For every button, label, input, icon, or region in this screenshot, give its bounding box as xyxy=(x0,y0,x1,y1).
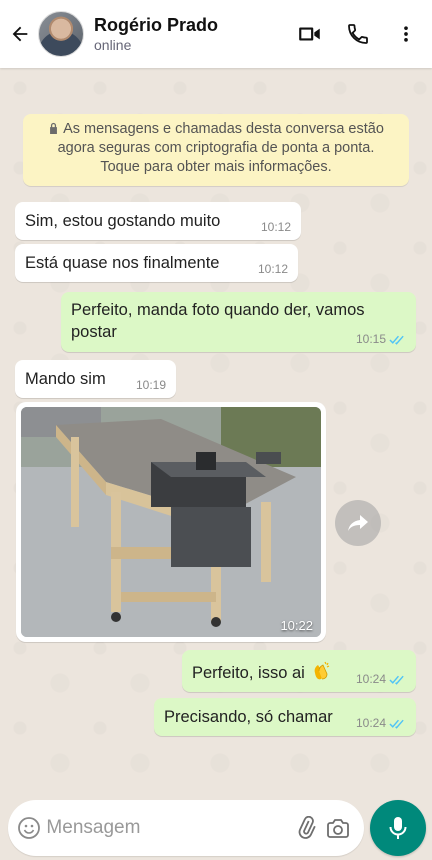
message-time: 10:12 xyxy=(260,220,291,234)
arrow-back-icon xyxy=(12,26,28,42)
double-check-icon xyxy=(389,719,404,729)
message-time: 10:22 xyxy=(280,618,313,633)
more-options-button[interactable] xyxy=(382,10,430,58)
video-call-button[interactable] xyxy=(286,10,334,58)
message-text: Perfeito, manda foto quando der, vamos po… xyxy=(71,301,365,341)
message-bubble[interactable]: Está quase nos finalmente 10:12 xyxy=(15,244,298,282)
contact-info[interactable]: Rogério Prado online xyxy=(94,14,286,54)
photo-thumbnail[interactable]: 10:22 xyxy=(21,407,321,637)
voice-call-button[interactable] xyxy=(334,10,382,58)
contact-name: Rogério Prado xyxy=(94,15,219,35)
image-message[interactable]: 10:22 xyxy=(16,402,326,642)
message-composer xyxy=(8,800,364,856)
more-vert-icon xyxy=(404,26,408,42)
message-text: Precisando, só chamar xyxy=(164,708,333,726)
attach-icon xyxy=(298,816,316,839)
camera-icon xyxy=(327,819,350,838)
back-button[interactable] xyxy=(4,18,36,50)
encryption-notice-line2: agora seguras com criptografia de ponta … xyxy=(57,140,375,156)
attach-button[interactable] xyxy=(291,806,322,850)
lock-icon xyxy=(50,122,58,134)
chat-header: Rogério Prado online xyxy=(0,0,432,68)
table-saw-photo xyxy=(21,407,321,637)
chat-area[interactable]: As mensagens e chamadas desta conversa e… xyxy=(0,68,432,792)
message-bubble[interactable]: Perfeito, manda foto quando der, vamos po… xyxy=(61,292,416,352)
encryption-notice-line1: As mensagens e chamadas desta conversa e… xyxy=(63,121,384,137)
message-time: 10:24 xyxy=(356,716,406,730)
camera-button[interactable] xyxy=(323,806,354,850)
encryption-notice[interactable]: As mensagens e chamadas desta conversa e… xyxy=(23,114,409,186)
emoji-button[interactable] xyxy=(12,806,46,850)
double-check-icon xyxy=(389,335,404,345)
voice-message-button[interactable] xyxy=(370,800,426,856)
message-bubble[interactable]: Sim, estou gostando muito 10:12 xyxy=(15,202,301,240)
phone-icon xyxy=(348,24,368,44)
double-check-icon xyxy=(389,675,404,685)
contact-status: online xyxy=(94,37,132,53)
avatar[interactable] xyxy=(38,11,84,57)
message-time: 10:12 xyxy=(257,262,288,276)
message-bubble[interactable]: Perfeito, isso ai 10:24 xyxy=(182,650,416,692)
video-call-icon xyxy=(299,27,320,41)
mic-icon xyxy=(389,817,407,839)
encryption-notice-line3: Toque para obter mais informações. xyxy=(100,159,332,175)
forward-icon xyxy=(348,515,368,531)
message-input[interactable] xyxy=(46,808,292,848)
message-time: 10:19 xyxy=(135,378,166,392)
message-text: Perfeito, isso ai xyxy=(192,659,333,684)
emoji-icon xyxy=(18,817,41,839)
forward-button[interactable] xyxy=(335,500,381,546)
message-text: Está quase nos finalmente xyxy=(25,254,220,272)
message-bubble[interactable]: Mando sim 10:19 xyxy=(15,360,176,398)
message-text: Mando sim xyxy=(25,370,106,388)
message-text: Sim, estou gostando muito xyxy=(25,212,221,230)
clapping-hands-icon xyxy=(315,661,330,680)
message-time: 10:15 xyxy=(356,332,406,346)
message-time: 10:24 xyxy=(356,672,406,686)
message-bubble[interactable]: Precisando, só chamar 10:24 xyxy=(154,698,416,736)
